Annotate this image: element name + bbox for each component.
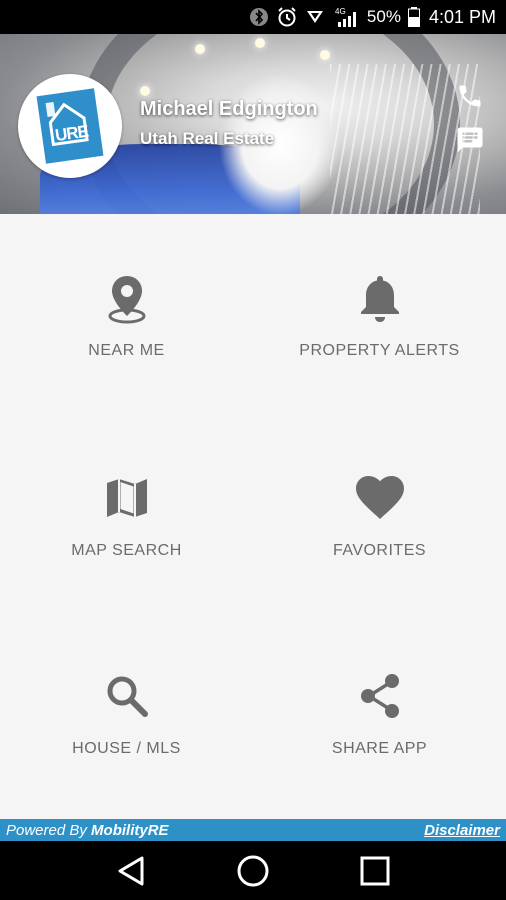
agent-company: Utah Real Estate	[140, 129, 275, 148]
clock: 4:01 PM	[428, 6, 496, 27]
near-me-button[interactable]: NEAR ME	[0, 214, 253, 414]
heart-icon	[355, 476, 404, 519]
battery-icon	[407, 7, 420, 27]
powered-by: Powered By MobilityRE	[6, 822, 169, 839]
powered-by-prefix: Powered By	[6, 821, 87, 839]
footer-bar: Powered By MobilityRE Disclaimer	[0, 819, 506, 841]
map-search-button[interactable]: MAP SEARCH	[0, 414, 253, 614]
share-app-label: SHARE APP	[331, 740, 428, 757]
house-mls-button[interactable]: HOUSE / MLS	[0, 612, 253, 812]
home-circle-icon	[237, 855, 269, 886]
house-mls-label: HOUSE / MLS	[72, 740, 181, 757]
battery-percent: 50%	[366, 7, 401, 26]
bell-icon	[360, 276, 399, 322]
agent-name: Michael Edgington	[140, 98, 318, 120]
share-icon	[360, 674, 399, 718]
ure-logo: URE	[36, 88, 104, 164]
status-bar: 4G 50% 4:01 PM	[0, 0, 506, 34]
agent-logo: URE	[18, 74, 122, 178]
back-button[interactable]	[101, 846, 161, 896]
message-icon	[457, 127, 483, 153]
signal-icon: 4G	[332, 6, 360, 28]
call-button[interactable]	[452, 78, 488, 114]
property-alerts-label: PROPERTY ALERTS	[299, 342, 460, 359]
system-nav-bar	[0, 841, 506, 900]
agent-header: URE Michael Edgington Utah Real Estate	[0, 34, 506, 214]
share-app-button[interactable]: SHARE APP	[253, 612, 506, 812]
bluetooth-icon	[249, 7, 269, 27]
network-type-label: 4G	[335, 7, 346, 16]
alarm-icon	[276, 6, 298, 28]
message-button[interactable]	[452, 122, 488, 158]
phone-icon	[459, 85, 481, 107]
favorites-label: FAVORITES	[332, 542, 427, 559]
recents-button[interactable]	[345, 846, 405, 896]
map-search-label: MAP SEARCH	[71, 542, 182, 559]
near-me-label: NEAR ME	[88, 342, 165, 359]
search-icon	[107, 676, 148, 717]
map-icon	[106, 479, 147, 517]
favorites-button[interactable]: FAVORITES	[253, 414, 506, 614]
back-triangle-icon	[118, 856, 144, 885]
menu-grid: NEAR ME PROPERTY ALERTS MAP SEARCH FAVOR…	[0, 214, 506, 819]
location-pin-icon	[108, 276, 145, 324]
home-button[interactable]	[223, 846, 283, 896]
property-alerts-button[interactable]: PROPERTY ALERTS	[253, 214, 506, 414]
recents-square-icon	[360, 856, 390, 885]
disclaimer-link[interactable]: Disclaimer	[424, 822, 500, 839]
wifi-icon	[305, 7, 325, 27]
powered-by-brand: MobilityRE	[91, 821, 169, 839]
